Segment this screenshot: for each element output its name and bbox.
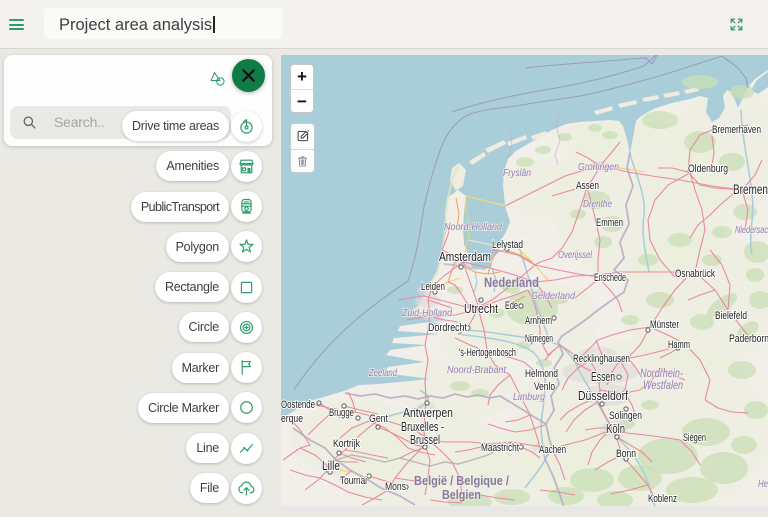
- svg-text:Amsterdam: Amsterdam: [439, 249, 491, 264]
- svg-text:Köln: Köln: [606, 421, 625, 436]
- svg-text:Arnhem: Arnhem: [525, 315, 552, 327]
- svg-text:'s-Hertogenbosch: 's-Hertogenbosch: [459, 347, 516, 359]
- svg-text:Maastricht: Maastricht: [481, 442, 519, 454]
- svg-text:Kortrijk: Kortrijk: [333, 438, 360, 450]
- svg-text:Gent: Gent: [369, 413, 388, 425]
- svg-text:Essen: Essen: [591, 369, 615, 384]
- svg-text:Noord-Brabant: Noord-Brabant: [447, 364, 507, 376]
- svg-text:Siegen: Siegen: [683, 432, 706, 444]
- svg-text:Niedersac: Niedersac: [735, 224, 768, 236]
- svg-text:Hamm: Hamm: [668, 339, 690, 351]
- svg-text:Emmen: Emmen: [596, 217, 623, 229]
- svg-text:Enschede: Enschede: [594, 272, 626, 284]
- svg-text:Assen: Assen: [576, 180, 599, 192]
- svg-text:Westfalen: Westfalen: [643, 378, 683, 392]
- svg-text:Belgien: Belgien: [442, 488, 481, 502]
- svg-text:Osnabrück: Osnabrück: [675, 268, 715, 280]
- svg-text:Bremen: Bremen: [733, 182, 768, 197]
- svg-text:Ede: Ede: [505, 300, 518, 312]
- svg-text:erque: erque: [281, 413, 303, 425]
- svg-text:Leiden: Leiden: [421, 281, 445, 293]
- svg-text:Lille: Lille: [322, 458, 340, 473]
- svg-text:Drenthe: Drenthe: [583, 198, 612, 210]
- svg-text:He: He: [758, 478, 768, 490]
- svg-text:Koblenz: Koblenz: [648, 493, 677, 505]
- svg-text:Gelderland: Gelderland: [531, 290, 576, 302]
- svg-text:Mons: Mons: [385, 481, 406, 493]
- svg-text:Zuid-Holland: Zuid-Holland: [401, 307, 453, 319]
- svg-text:Münster: Münster: [650, 319, 679, 331]
- svg-text:Nijmegen: Nijmegen: [525, 333, 553, 345]
- svg-text:Brussel: Brussel: [410, 432, 440, 447]
- svg-text:Antwerpen: Antwerpen: [403, 405, 453, 420]
- svg-text:Fryslân: Fryslân: [503, 167, 531, 179]
- svg-text:Utrecht: Utrecht: [464, 301, 498, 316]
- svg-text:Dordrecht: Dordrecht: [428, 322, 467, 334]
- svg-text:Oldenburg: Oldenburg: [688, 163, 728, 175]
- svg-text:Nederland: Nederland: [484, 275, 539, 290]
- svg-text:Helmond: Helmond: [525, 368, 558, 380]
- svg-text:Noord-Holland: Noord-Holland: [444, 221, 503, 233]
- svg-text:Düsseldorf: Düsseldorf: [578, 388, 628, 403]
- svg-text:Bremerhaven: Bremerhaven: [712, 124, 761, 136]
- svg-text:Bonn: Bonn: [616, 448, 636, 460]
- svg-text:Groningen: Groningen: [578, 161, 619, 173]
- svg-text:België / Belgique /: België / Belgique /: [414, 474, 509, 488]
- svg-text:Lelystad: Lelystad: [492, 239, 523, 251]
- svg-text:Zeeland: Zeeland: [368, 367, 398, 379]
- svg-text:Bielefeld: Bielefeld: [715, 310, 747, 322]
- svg-text:Limburg: Limburg: [513, 391, 545, 403]
- svg-text:Brugge: Brugge: [329, 407, 354, 419]
- svg-text:Aachen: Aachen: [539, 444, 566, 456]
- svg-text:Tournai: Tournai: [340, 475, 367, 487]
- svg-text:Oostende: Oostende: [281, 399, 315, 411]
- svg-text:Paderborn: Paderborn: [729, 333, 768, 345]
- svg-text:Recklinghausen: Recklinghausen: [573, 353, 630, 365]
- svg-text:Overijssel: Overijssel: [558, 249, 592, 261]
